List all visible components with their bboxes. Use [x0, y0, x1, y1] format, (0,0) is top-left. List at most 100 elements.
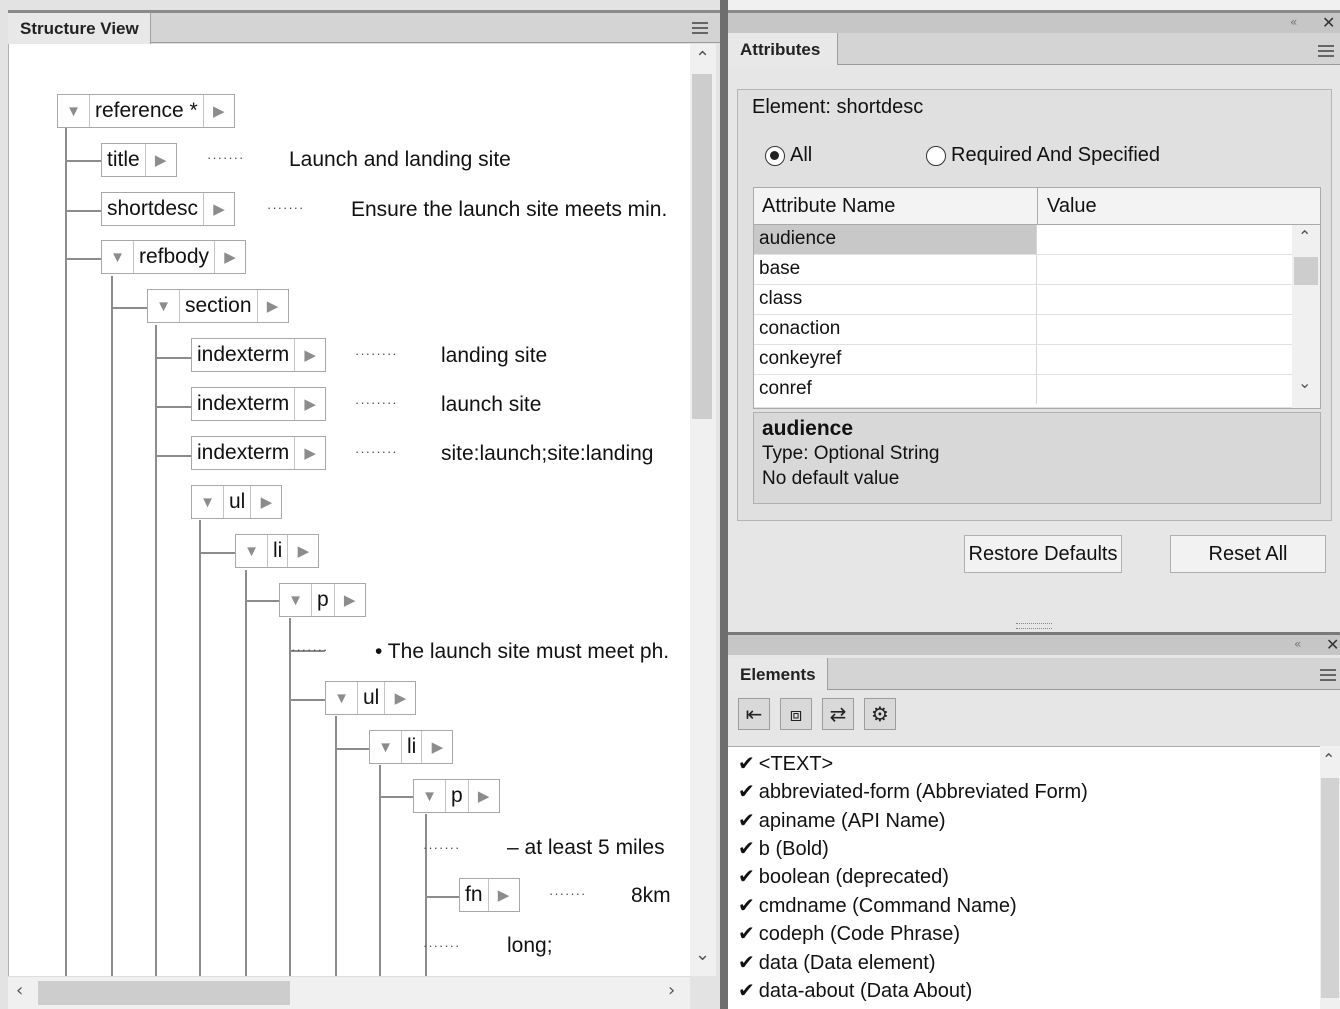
tree-text-shortdesc[interactable]: Ensure the launch site meets min.	[351, 198, 667, 222]
tree-text-title[interactable]: Launch and landing site	[289, 148, 511, 172]
tree-text-paragraph[interactable]: – at least 5 miles	[507, 836, 665, 860]
panel-divider[interactable]	[720, 0, 728, 1009]
expand-attributes-icon[interactable]: ▶	[144, 144, 176, 176]
scroll-down-icon[interactable]: ⌄	[1298, 373, 1311, 392]
tree-node-fn[interactable]: fn ▶	[459, 878, 520, 912]
tree-text-paragraph[interactable]: • The launch site must meet ph.	[375, 640, 669, 664]
structure-tree[interactable]: ▼ reference * ▶ title ▶ ······· Launch a…	[8, 44, 690, 976]
element-list-scrollbar[interactable]: ⌃	[1320, 746, 1340, 1009]
radio-all[interactable]: All	[765, 144, 812, 167]
tree-node-p[interactable]: ▼ p ▶	[279, 583, 366, 617]
expand-attributes-icon[interactable]: ▶	[202, 95, 234, 127]
radio-required-specified[interactable]: Required And Specified	[926, 144, 1160, 167]
tree-node-title[interactable]: title ▶	[101, 143, 177, 177]
collapse-icon[interactable]: ▼	[280, 584, 312, 616]
scroll-thumb[interactable]	[1294, 257, 1318, 285]
tree-node-li[interactable]: ▼ li ▶	[369, 730, 454, 764]
list-item[interactable]: ✔ boolean (deprecated)	[738, 864, 949, 889]
tree-text-fn[interactable]: 8km	[631, 884, 671, 908]
collapse-icon[interactable]: ▼	[414, 780, 446, 812]
scroll-down-icon[interactable]: ⌄	[695, 944, 710, 965]
expand-attributes-icon[interactable]: ▶	[467, 780, 499, 812]
attribute-name-cell[interactable]: audience	[754, 225, 1037, 254]
settings-icon[interactable]: ⚙	[864, 698, 896, 730]
list-item[interactable]: ✔ data-about (Data About)	[738, 978, 972, 1003]
collapse-panel-icon[interactable]: «	[1294, 637, 1301, 651]
attribute-name-cell[interactable]: conkeyref	[754, 345, 1037, 374]
reset-all-button[interactable]: Reset All	[1170, 535, 1326, 573]
expand-attributes-icon[interactable]: ▶	[294, 339, 325, 371]
tab-attributes[interactable]: Attributes	[728, 33, 838, 65]
restore-defaults-button[interactable]: Restore Defaults	[964, 535, 1122, 573]
list-item[interactable]: ✔ b (Bold)	[738, 836, 829, 861]
expand-attributes-icon[interactable]: ▶	[214, 241, 245, 273]
table-row[interactable]: conref	[754, 375, 1292, 408]
tree-node-ul[interactable]: ▼ ul ▶	[325, 681, 417, 715]
table-row[interactable]: base	[754, 255, 1292, 285]
tree-node-p[interactable]: ▼ p ▶	[413, 779, 500, 813]
list-item[interactable]: ✔ apiname (API Name)	[738, 808, 946, 833]
collapse-icon[interactable]: ▼	[148, 290, 180, 322]
attribute-name-cell[interactable]: base	[754, 255, 1037, 284]
table-row[interactable]: audience	[754, 225, 1292, 255]
scroll-up-icon[interactable]: ⌃	[1298, 227, 1311, 246]
panel-menu-icon[interactable]	[1320, 669, 1336, 681]
tab-structure-view[interactable]: Structure View	[8, 13, 151, 44]
collapse-icon[interactable]: ▼	[102, 241, 134, 273]
tree-node-reference[interactable]: ▼ reference * ▶	[57, 94, 235, 128]
attribute-name-cell[interactable]: conaction	[754, 315, 1037, 344]
tree-node-shortdesc[interactable]: shortdesc ▶	[101, 192, 236, 226]
collapse-panel-icon[interactable]: «	[1290, 15, 1297, 29]
tree-text-indexterm[interactable]: launch site	[441, 393, 541, 417]
expand-attributes-icon[interactable]: ▶	[294, 388, 325, 420]
tree-node-indexterm[interactable]: indexterm ▶	[191, 338, 327, 372]
collapse-icon[interactable]: ▼	[370, 731, 402, 763]
expand-attributes-icon[interactable]: ▶	[287, 535, 318, 567]
tree-node-refbody[interactable]: ▼ refbody ▶	[101, 240, 247, 274]
collapse-icon[interactable]: ▼	[326, 682, 358, 714]
scroll-up-icon[interactable]: ⌃	[1322, 750, 1335, 769]
tree-text-indexterm[interactable]: landing site	[441, 344, 547, 368]
tree-node-section[interactable]: ▼ section ▶	[147, 289, 289, 323]
tree-node-indexterm[interactable]: indexterm ▶	[191, 436, 327, 470]
expand-attributes-icon[interactable]: ▶	[487, 879, 519, 911]
list-item[interactable]: ✔ abbreviated-form (Abbreviated Form)	[738, 779, 1088, 804]
scroll-thumb[interactable]	[1321, 778, 1339, 998]
attribute-name-cell[interactable]: conref	[754, 375, 1037, 404]
structure-horizontal-scrollbar[interactable]: ‹ ›	[8, 976, 690, 1009]
tree-text-indexterm[interactable]: site:launch;site:landing	[441, 442, 653, 466]
close-icon[interactable]: ✕	[1326, 635, 1339, 654]
table-row[interactable]: class	[754, 285, 1292, 315]
list-item[interactable]: ✔ codeph (Code Phrase)	[738, 921, 960, 946]
column-header-value[interactable]: Value	[1047, 195, 1097, 218]
list-item[interactable]: ✔ <TEXT>	[738, 751, 833, 776]
scroll-up-icon[interactable]: ⌃	[695, 48, 710, 69]
insert-element-icon[interactable]: ⇤	[738, 698, 770, 730]
tree-text-paragraph[interactable]: long;	[507, 934, 553, 958]
radio-unselected-icon[interactable]	[926, 145, 946, 166]
attribute-name-cell[interactable]: class	[754, 285, 1037, 314]
wrap-element-icon[interactable]: ⧈	[780, 698, 812, 730]
list-item[interactable]: ✔ cmdname (Command Name)	[738, 893, 1017, 918]
collapse-icon[interactable]: ▼	[192, 486, 224, 518]
expand-attributes-icon[interactable]: ▶	[203, 193, 234, 225]
expand-attributes-icon[interactable]: ▶	[256, 290, 288, 322]
tree-node-li[interactable]: ▼ li ▶	[235, 534, 320, 568]
collapse-icon[interactable]: ▼	[58, 95, 90, 127]
scroll-right-icon[interactable]: ›	[668, 980, 675, 1001]
tab-elements[interactable]: Elements	[728, 658, 828, 690]
expand-attributes-icon[interactable]: ▶	[421, 731, 452, 763]
panel-menu-icon[interactable]	[692, 22, 708, 34]
expand-attributes-icon[interactable]: ▶	[294, 437, 325, 469]
tree-node-ul[interactable]: ▼ ul ▶	[191, 485, 283, 519]
table-row[interactable]: conkeyref	[754, 345, 1292, 375]
expand-attributes-icon[interactable]: ▶	[333, 584, 365, 616]
close-icon[interactable]: ✕	[1322, 13, 1335, 32]
radio-selected-icon[interactable]	[765, 145, 785, 166]
attribute-table-scrollbar[interactable]: ⌃ ⌄	[1292, 225, 1320, 408]
scroll-thumb[interactable]	[692, 74, 712, 419]
expand-attributes-icon[interactable]: ▶	[250, 486, 281, 518]
expand-attributes-icon[interactable]: ▶	[384, 682, 415, 714]
panel-menu-icon[interactable]	[1318, 45, 1334, 57]
table-row[interactable]: conaction	[754, 315, 1292, 345]
